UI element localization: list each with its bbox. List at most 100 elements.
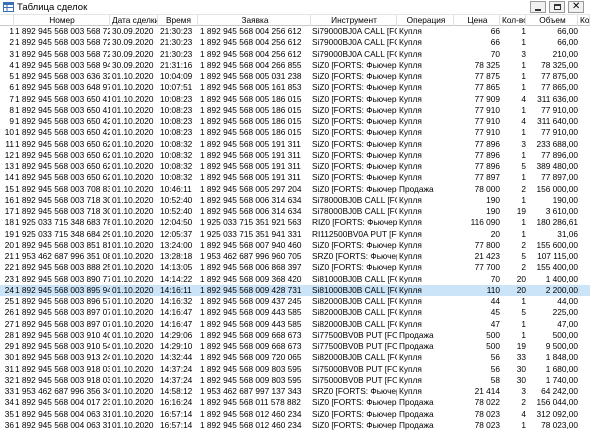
price-cell: 78 023 xyxy=(474,419,500,430)
operation-cell: Купля xyxy=(399,374,422,385)
table-row[interactable]: 15 1 892 945 568 003 708 836 01.10.2020 10:… xyxy=(0,184,590,195)
trade-date-cell: 01.10.2020 xyxy=(112,217,154,228)
truncated-cell xyxy=(580,229,590,240)
table-row[interactable]: 81 892 945 568 003 650 419 01.10.2020 10:0… xyxy=(0,105,590,116)
truncated-cell xyxy=(580,251,590,262)
volume-cell: 156 044,00 xyxy=(536,397,578,408)
table-row[interactable]: 11 1 892 945 568 003 650 624 01.10.2020 10:… xyxy=(0,139,590,150)
trade-number-cell: 1 892 945 568 003 568 723 xyxy=(15,26,110,36)
table-row[interactable]: 11 892 945 568 003 568 723 30.09.2020 21:3… xyxy=(0,26,590,37)
column-header-number[interactable]: Номер xyxy=(15,15,110,26)
row-index-cell: 9 xyxy=(9,116,14,126)
truncated-cell xyxy=(580,330,590,341)
column-header-quantity[interactable]: Кол-во xyxy=(502,15,526,26)
trade-time-cell: 21:31:16 xyxy=(160,59,193,70)
table-row[interactable]: 19 1 925 033 715 348 684 298 01.10.2020 12:… xyxy=(0,229,590,240)
table-row[interactable]: 24 1 892 945 568 003 895 940 01.10.2020 14:… xyxy=(0,284,590,296)
volume-cell: 77 897,00 xyxy=(541,172,578,183)
trade-number-cell: 1 892 945 568 003 568 725 xyxy=(15,48,110,59)
column-header-truncated[interactable]: Ко xyxy=(580,15,590,26)
instrument-cell: SiZ0 [FORTS: Фьючерсы] xyxy=(312,172,397,183)
volume-cell: 2 200,00 xyxy=(545,284,578,295)
truncated-cell xyxy=(580,274,590,285)
trades-table[interactable]: Номер Дата сделки Время Заявка Инструмен… xyxy=(0,15,590,435)
trade-number-cell: 1 892 945 568 003 897 071 xyxy=(15,318,110,329)
column-header-volume[interactable]: Объем xyxy=(528,15,578,26)
row-index-cell: 29 xyxy=(4,341,14,351)
operation-cell: Купля xyxy=(399,239,422,250)
column-header-instrument[interactable]: Инструмент xyxy=(312,15,397,26)
table-row[interactable]: 26 1 892 945 568 003 897 070 01.10.2020 14:… xyxy=(0,307,590,318)
table-row[interactable]: 13 1 892 945 568 003 650 626 01.10.2020 10:… xyxy=(0,161,590,172)
truncated-cell xyxy=(580,60,590,71)
table-row[interactable]: 36 1 892 945 568 004 063 311 01.10.2020 16:… xyxy=(0,420,590,431)
price-cell: 47 xyxy=(490,318,500,329)
operation-cell: Купля xyxy=(399,217,422,228)
quantity-cell: 4 xyxy=(521,408,526,419)
trade-date-cell: 01.10.2020 xyxy=(112,352,154,363)
maximize-button[interactable] xyxy=(549,1,565,13)
table-row[interactable]: 61 892 945 568 003 648 976 01.10.2020 10:0… xyxy=(0,82,590,93)
column-header-index[interactable] xyxy=(0,15,14,26)
table-row[interactable]: 34 1 892 945 568 004 017 235 01.10.2020 16:… xyxy=(0,397,590,408)
table-row[interactable]: 23 1 892 945 568 003 890 771 01.10.2020 14:… xyxy=(0,274,590,285)
truncated-cell xyxy=(580,409,590,420)
column-header-time[interactable]: Время xyxy=(160,15,198,26)
column-header-operation[interactable]: Операция xyxy=(399,15,454,26)
table-row[interactable]: 20 1 892 945 568 003 851 812 01.10.2020 13:… xyxy=(0,240,590,251)
table-row[interactable]: 33 1 953 462 687 996 356 342 01.10.2020 14:… xyxy=(0,386,590,397)
column-header-date[interactable]: Дата сделки xyxy=(112,15,158,26)
close-button[interactable]: ✕ xyxy=(568,1,584,13)
row-index-cell: 32 xyxy=(4,374,14,385)
table-row[interactable]: 21 1 953 462 687 996 351 086 01.10.2020 13:… xyxy=(0,251,590,262)
operation-cell: Купля xyxy=(399,104,422,115)
table-row[interactable]: 29 1 892 945 568 003 910 540 01.10.2020 14:… xyxy=(0,341,590,352)
table-row[interactable]: 22 1 892 945 568 003 888 258 01.10.2020 14:… xyxy=(0,262,590,273)
table-row[interactable]: 71 892 945 568 003 650 418 01.10.2020 10:0… xyxy=(0,94,590,105)
order-number-cell: 1 892 945 568 005 191 311 xyxy=(200,161,301,171)
trade-time-cell: 10:08:23 xyxy=(160,127,193,138)
table-row[interactable]: 28 1 892 945 568 003 910 407 01.10.2020 14:… xyxy=(0,330,590,341)
table-row[interactable]: 30 1 892 945 568 003 913 245 01.10.2020 14:… xyxy=(0,352,590,363)
price-cell: 190 xyxy=(486,194,500,205)
table-row[interactable]: 25 1 892 945 568 003 896 578 01.10.2020 14:… xyxy=(0,296,590,307)
trade-time-cell: 13:28:18 xyxy=(160,251,193,261)
table-row[interactable]: 17 1 892 945 568 003 718 308 01.10.2020 10:… xyxy=(0,206,590,217)
table-row[interactable]: 14 1 892 945 568 003 650 627 01.10.2020 10:… xyxy=(0,172,590,183)
price-cell: 77 896 xyxy=(474,161,500,171)
operation-cell: Купля xyxy=(399,37,422,48)
trade-date-cell: 01.10.2020 xyxy=(112,318,154,329)
row-index-cell: 8 xyxy=(9,104,14,115)
row-index-cell: 11 xyxy=(5,138,14,149)
table-row[interactable]: 16 1 892 945 568 003 718 307 01.10.2020 10:… xyxy=(0,195,590,206)
table-row[interactable]: 18 1 925 033 715 348 683 783 01.10.2020 12:… xyxy=(0,217,590,228)
table-row[interactable]: 31 892 945 568 003 568 725 30.09.2020 21:3… xyxy=(0,49,590,60)
truncated-cell xyxy=(580,82,590,93)
table-row[interactable]: 51 892 945 568 003 636 322 01.10.2020 10:0… xyxy=(0,71,590,82)
truncated-cell xyxy=(580,49,590,60)
table-row[interactable]: 91 892 945 568 003 650 420 01.10.2020 10:0… xyxy=(0,116,590,127)
price-cell: 500 xyxy=(486,329,500,340)
table-row[interactable]: 32 1 892 945 568 003 918 033 01.10.2020 14:… xyxy=(0,375,590,386)
table-row[interactable]: 41 892 945 568 003 568 948 30.09.2020 21:3… xyxy=(0,60,590,71)
row-index-cell: 21 xyxy=(4,251,14,261)
column-header-order[interactable]: Заявка xyxy=(200,15,311,26)
price-cell: 66 xyxy=(490,26,500,36)
order-number-cell: 1 892 945 568 005 186 015 xyxy=(200,127,302,138)
row-index-cell: 26 xyxy=(4,307,14,318)
trade-date-cell: 01.10.2020 xyxy=(112,363,154,374)
column-header-price[interactable]: Цена xyxy=(456,15,500,26)
trade-number-cell: 1 892 945 568 003 910 407 xyxy=(15,329,110,340)
table-row[interactable]: 12 1 892 945 568 003 650 625 01.10.2020 10:… xyxy=(0,150,590,161)
table-row[interactable]: 10 1 892 945 568 003 650 421 01.10.2020 10:… xyxy=(0,127,590,138)
table-row[interactable]: 35 1 892 945 568 004 063 310 01.10.2020 16:… xyxy=(0,409,590,420)
table-row[interactable]: 31 1 892 945 568 003 918 032 01.10.2020 14:… xyxy=(0,364,590,375)
trade-time-cell: 10:08:23 xyxy=(160,116,193,126)
trade-time-cell: 10:08:32 xyxy=(160,172,193,183)
truncated-cell xyxy=(580,184,590,195)
operation-cell: Купля xyxy=(399,284,422,295)
minimize-button[interactable] xyxy=(530,1,546,13)
table-row[interactable]: 21 892 945 568 003 568 724 30.09.2020 21:3… xyxy=(0,37,590,48)
table-row[interactable]: 27 1 892 945 568 003 897 071 01.10.2020 14:… xyxy=(0,319,590,330)
instrument-cell: SiZ0 [FORTS: Фьючерсы] xyxy=(312,71,397,81)
